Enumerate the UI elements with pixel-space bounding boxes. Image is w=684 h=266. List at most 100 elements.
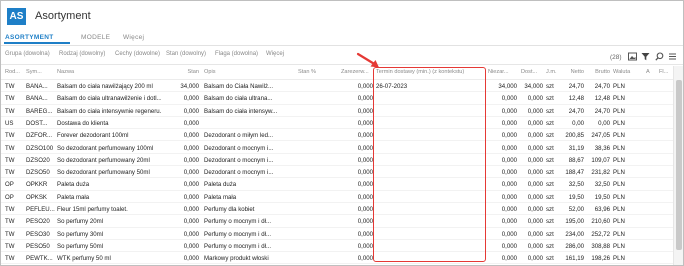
cell-stan: 0,000 <box>183 107 199 115</box>
cell-dostepne: 0,000 <box>527 156 543 164</box>
cell-netto: 161,19 <box>565 255 584 263</box>
column-header-brutto[interactable]: Brutto <box>586 69 610 75</box>
cell-niezarezerwowane: 0,000 <box>501 242 517 250</box>
cell-stan: 0,000 <box>183 181 199 189</box>
table-row[interactable]: US DOST... Dostawa do klienta 0,000 0,000 0,0… <box>1 117 673 130</box>
table-header: Rod... Sym... Nazwa Stan Opis Stan % Zar… <box>1 66 673 79</box>
cell-zarezerwowane: 0,000 <box>357 242 373 250</box>
cell-nazwa: WTK perfumy 50 ml <box>57 255 111 263</box>
table-row[interactable]: TW PESO20 So perfumy 20ml 0,000 Perfumy o mo… <box>1 215 673 228</box>
cell-nazwa: So dezodorant perfumowany 20ml <box>57 156 150 164</box>
table-row[interactable]: OP OPKKR Paleta duża 0,000 Paleta duża 0,000 0… <box>1 178 673 191</box>
menu-icon[interactable] <box>668 52 677 61</box>
cell-stan: 0,000 <box>183 242 199 250</box>
tab-wiecej[interactable]: Więcej <box>123 34 144 41</box>
cell-waluta: PLN <box>613 218 625 226</box>
cell-dostepne: 0,000 <box>527 107 543 115</box>
cell-jm: szt <box>546 83 554 90</box>
cell-rodzaj: TW <box>5 255 15 263</box>
table-row[interactable]: TW BAREG... Balsam do ciała intensywnie re… <box>1 105 673 117</box>
table-row[interactable]: TW PEFLEU... Fleur 15ml perfumy toalet. 0,0… <box>1 203 673 216</box>
cell-niezarezerwowane: 0,000 <box>501 169 517 177</box>
cell-opis: Dezodorant o mocnym i... <box>204 156 274 164</box>
cell-jm: szt <box>546 156 554 164</box>
cell-nazwa: So perfumy 20ml <box>57 218 104 226</box>
cell-opis: Dezodorant o mocnym i... <box>204 144 274 152</box>
search-icon[interactable] <box>655 52 664 61</box>
column-header-stan[interactable]: Stan <box>161 69 199 75</box>
cell-nazwa: So dezodorant perfumowany 50ml <box>57 169 150 177</box>
cell-stan: 0,000 <box>183 144 199 152</box>
filter-flaga[interactable]: Flaga (dowolna) <box>215 51 258 57</box>
column-header-symbol[interactable]: Sym... <box>26 69 50 75</box>
cell-dostepne: 34,000 <box>524 83 543 90</box>
cell-rodzaj: TW <box>5 132 15 140</box>
filter-grupa[interactable]: Grupa (dowolna) <box>5 51 50 57</box>
column-header-netto[interactable]: Netto <box>561 69 584 75</box>
table-row[interactable]: TW DZSO50 So dezodorant perfumowany 50ml 0,… <box>1 166 673 179</box>
scrollbar-thumb[interactable] <box>676 80 682 250</box>
cell-jm: szt <box>546 230 554 238</box>
table-row[interactable]: TW DZSO100 So dezodorant perfumowany 100ml… <box>1 142 673 154</box>
cell-brutto: 0,00 <box>598 119 610 127</box>
table-row[interactable]: TW PESO50 So perfumy 50ml 0,000 Perfumy o mo… <box>1 240 673 253</box>
vertical-scrollbar[interactable] <box>673 66 683 265</box>
cell-zarezerwowane: 0,000 <box>357 119 373 127</box>
column-header-jm[interactable]: J.m. <box>546 69 560 75</box>
column-header-dostepne[interactable]: Dost... <box>521 69 543 75</box>
tab-bar: ASORTYMENT MODELE Więcej <box>1 32 683 45</box>
filter-icon[interactable] <box>641 52 650 61</box>
divider <box>1 45 683 46</box>
cell-brutto: 109,07 <box>591 156 610 164</box>
filter-rodzaj[interactable]: Rodzaj (dowolny) <box>59 51 105 57</box>
table-row[interactable]: TW BANA... Balsam do ciała ultranawilżenie… <box>1 92 673 105</box>
table-row[interactable]: TW PESO30 So perfumy 30ml 0,000 Perfumy o mo… <box>1 228 673 240</box>
column-header-opis[interactable]: Opis <box>204 69 284 75</box>
filter-stan[interactable]: Stan (dowolny) <box>166 51 206 57</box>
column-header-stan-procent[interactable]: Stan % <box>298 69 326 75</box>
filter-cechy[interactable]: Cechy (dowolne) <box>115 51 160 57</box>
cell-symbol: OPKKR <box>26 181 48 189</box>
cell-opis: Perfumy o mocnym i dł... <box>204 242 272 250</box>
column-header-termin-dostawy[interactable]: Termin dostawy (min.) (z kontekstu) <box>376 69 485 75</box>
cell-netto: 88,67 <box>568 156 584 164</box>
cell-waluta: PLN <box>613 206 625 213</box>
tab-modele[interactable]: MODELE <box>81 34 110 41</box>
cell-netto: 12,48 <box>568 95 584 103</box>
cell-symbol: OPKSK <box>26 193 47 201</box>
cell-dostepne: 0,000 <box>527 218 543 226</box>
column-header-niezarezerwowane[interactable]: Niezar... <box>488 69 516 75</box>
cell-waluta: PLN <box>613 144 625 152</box>
cell-rodzaj: TW <box>5 218 15 226</box>
cell-waluta: PLN <box>613 242 625 250</box>
cell-nazwa: Balsam do ciała ultranawilżenie i dotl..… <box>57 95 161 103</box>
table-row[interactable]: TW BANA... Balsam do ciała nawilżający 200… <box>1 80 673 93</box>
table-row[interactable]: TW DZFOR... Forever dezodorant 100ml 0,000 D… <box>1 129 673 142</box>
cell-symbol: DOST... <box>26 119 48 127</box>
cell-netto: 24,70 <box>568 83 584 90</box>
cell-symbol: PEFLEU... <box>26 206 55 213</box>
cell-netto: 188,47 <box>565 169 584 177</box>
filter-wiecej[interactable]: Więcej <box>266 51 284 57</box>
cell-jm: szt <box>546 95 554 103</box>
image-icon[interactable] <box>628 52 637 61</box>
table-row[interactable]: TW DZSO20 So dezodorant perfumowany 20ml 0,… <box>1 154 673 167</box>
cell-opis: Balsam do ciała intensyw... <box>204 107 278 115</box>
column-header-waluta[interactable]: Waluta <box>613 69 635 75</box>
table-row[interactable]: TW PEWTK... WTK perfumy 50 ml 0,000 Markowy … <box>1 252 673 265</box>
tab-asortyment[interactable]: ASORTYMENT <box>5 34 54 41</box>
cell-niezarezerwowane: 0,000 <box>501 230 517 238</box>
cell-rodzaj: TW <box>5 242 15 250</box>
column-header-flaga[interactable]: Fl... <box>659 69 671 75</box>
cell-dostepne: 0,000 <box>527 193 543 201</box>
column-header-rodzaj[interactable]: Rod... <box>5 69 23 75</box>
cell-rodzaj: TW <box>5 169 15 177</box>
column-header-a[interactable]: A <box>646 69 654 75</box>
cell-nazwa: So dezodorant perfumowany 100ml <box>57 144 154 152</box>
cell-nazwa: Forever dezodorant 100ml <box>57 132 129 140</box>
cell-netto: 195,00 <box>565 218 584 226</box>
table-row[interactable]: OP OPKSK Paleta mała 0,000 Paleta mała 0,000 0… <box>1 191 673 203</box>
cell-rodzaj: TW <box>5 144 15 152</box>
cell-nazwa: Balsam do ciała intensywnie regeneru... <box>57 107 161 115</box>
cell-niezarezerwowane: 0,000 <box>501 107 517 115</box>
